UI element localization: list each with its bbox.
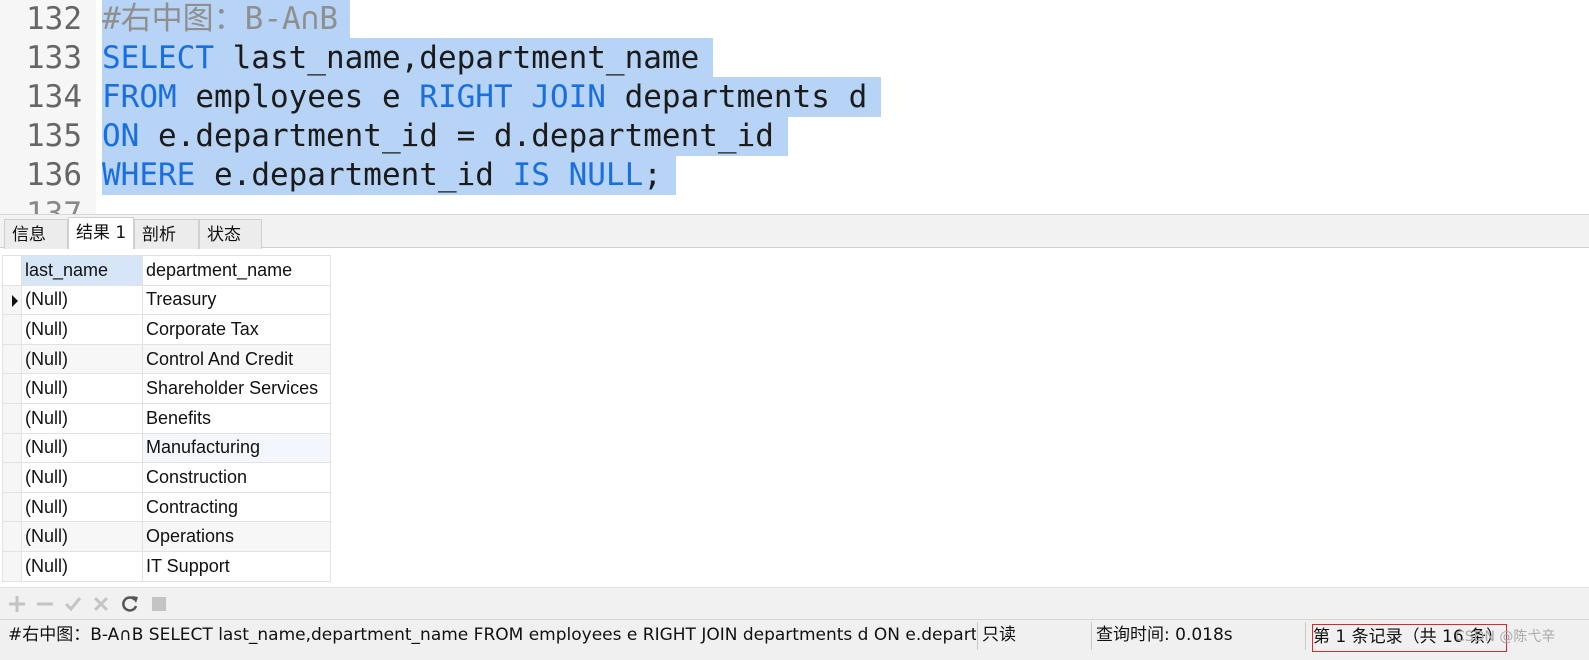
grid-cell-department-name[interactable]: Manufacturing [142,432,331,464]
sql-keyword: WHERE [102,157,196,193]
grid-cell-last-name[interactable]: (Null) [21,402,143,434]
table-row[interactable]: (Null) Control And Credit [2,343,331,375]
grid-cell-last-name[interactable]: (Null) [21,373,143,404]
refresh-icon[interactable] [120,594,140,614]
row-indicator[interactable] [2,402,22,434]
status-query-text: #右中图：B-A∩B SELECT last_name,department_n… [8,625,976,645]
sql-text: SELECT last_name,department_name [102,38,714,78]
grid-cell-department-name[interactable]: Operations [142,521,331,552]
tab-info[interactable]: 信息 [4,219,68,249]
table-row[interactable]: (Null) Benefits [2,402,331,434]
watermark: CSDN @陈弋辛 [1455,629,1556,645]
result-grid-area: last_name department_name (Null) Treasur… [0,249,1589,587]
plus-icon[interactable] [7,594,27,614]
grid-cell-last-name[interactable]: (Null) [21,284,143,316]
row-indicator[interactable] [2,284,22,316]
grid-toolbar [0,587,1589,619]
sql-fragment: employees e [176,79,420,115]
grid-cell-department-name[interactable]: IT Support [142,550,331,582]
sql-fragment: departments d [605,79,868,115]
tab-profile[interactable]: 剖析 [134,219,199,249]
grid-cell-department-name[interactable]: Corporate Tax [142,314,331,345]
table-row[interactable]: (Null) Contracting [2,491,331,523]
row-indicator[interactable] [2,462,22,493]
sql-keyword: RIGHT JOIN [419,79,606,115]
table-row[interactable]: (Null) Shareholder Services [2,373,331,404]
status-query-time: 查询时间: 0.018s [1096,625,1233,645]
sql-fragment: ; [643,157,662,193]
grid-cell-last-name[interactable]: (Null) [21,343,143,375]
table-row[interactable]: (Null) Manufacturing [2,432,331,464]
tab-status[interactable]: 状态 [199,219,262,249]
sql-text: FROM employees e RIGHT JOIN departments … [102,77,882,117]
grid-cell-last-name[interactable]: (Null) [21,432,143,464]
row-indicator[interactable] [2,521,22,552]
tab-result-1[interactable]: 结果 1 [68,217,134,250]
sql-text: ON e.department_id = d.department_id [102,116,788,156]
line-number: 132 [26,1,82,37]
line-number: 137 [26,196,82,214]
line-number: 135 [26,118,82,154]
status-bar: #右中图：B-A∩B SELECT last_name,department_n… [0,619,1589,660]
line-number: 136 [26,157,82,193]
sql-fragment: last_name,department_name [213,40,700,76]
check-icon[interactable] [63,594,83,614]
row-indicator[interactable] [2,373,22,404]
grid-cell-last-name[interactable]: (Null) [21,521,143,552]
close-icon[interactable] [91,594,111,614]
grid-cell-last-name[interactable]: (Null) [21,314,143,345]
table-row[interactable]: (Null) Corporate Tax [2,314,331,345]
column-header-last-name[interactable]: last_name [21,255,143,286]
row-indicator[interactable] [2,491,22,523]
grid-cell-last-name[interactable]: (Null) [21,462,143,493]
grid-cell-department-name[interactable]: Benefits [142,402,331,434]
sql-editor[interactable]: 132 #右中图：B-A∩B 133 SELECT last_name,depa… [0,0,1589,214]
status-divider [1305,622,1306,650]
grid-cell-department-name[interactable]: Control And Credit [142,343,331,375]
current-row-arrow-icon [12,294,18,307]
sql-comment: #右中图：B-A∩B [102,0,350,39]
sql-text: WHERE e.department_id IS NULL; [102,155,676,195]
row-indicator-header [2,255,22,286]
column-header-department-name[interactable]: department_name [142,255,331,286]
sql-keyword: ON [102,118,140,154]
stop-icon[interactable] [149,594,169,614]
line-number: 133 [26,40,82,76]
grid-cell-department-name[interactable]: Treasury [142,284,331,316]
result-grid: last_name department_name (Null) Treasur… [2,255,331,582]
grid-cell-last-name[interactable]: (Null) [21,491,143,523]
row-indicator[interactable] [2,432,22,464]
minus-icon[interactable] [35,594,55,614]
grid-cell-last-name[interactable]: (Null) [21,550,143,582]
table-row[interactable]: (Null) Operations [2,521,331,552]
table-row[interactable]: (Null) Construction [2,462,331,493]
grid-cell-department-name[interactable]: Shareholder Services [142,373,331,404]
sql-keyword: SELECT [102,40,214,76]
status-divider [1091,622,1092,650]
grid-cell-department-name[interactable]: Contracting [142,491,331,523]
line-number: 134 [26,79,82,115]
sql-fragment: e.department_id = d.department_id [139,118,774,154]
status-divider [977,622,978,650]
table-row[interactable]: (Null) IT Support [2,550,331,582]
status-readonly: 只读 [982,625,1016,645]
row-indicator[interactable] [2,550,22,582]
sql-keyword: IS NULL [512,157,644,193]
sql-keyword: FROM [102,79,177,115]
sql-fragment: e.department_id [195,157,513,193]
row-indicator[interactable] [2,343,22,375]
grid-cell-department-name[interactable]: Construction [142,462,331,493]
row-indicator[interactable] [2,314,22,345]
result-tab-strip: 信息 结果 1 剖析 状态 [0,214,1589,250]
table-row[interactable]: (Null) Treasury [2,284,331,316]
grid-header-row: last_name department_name [2,255,331,286]
